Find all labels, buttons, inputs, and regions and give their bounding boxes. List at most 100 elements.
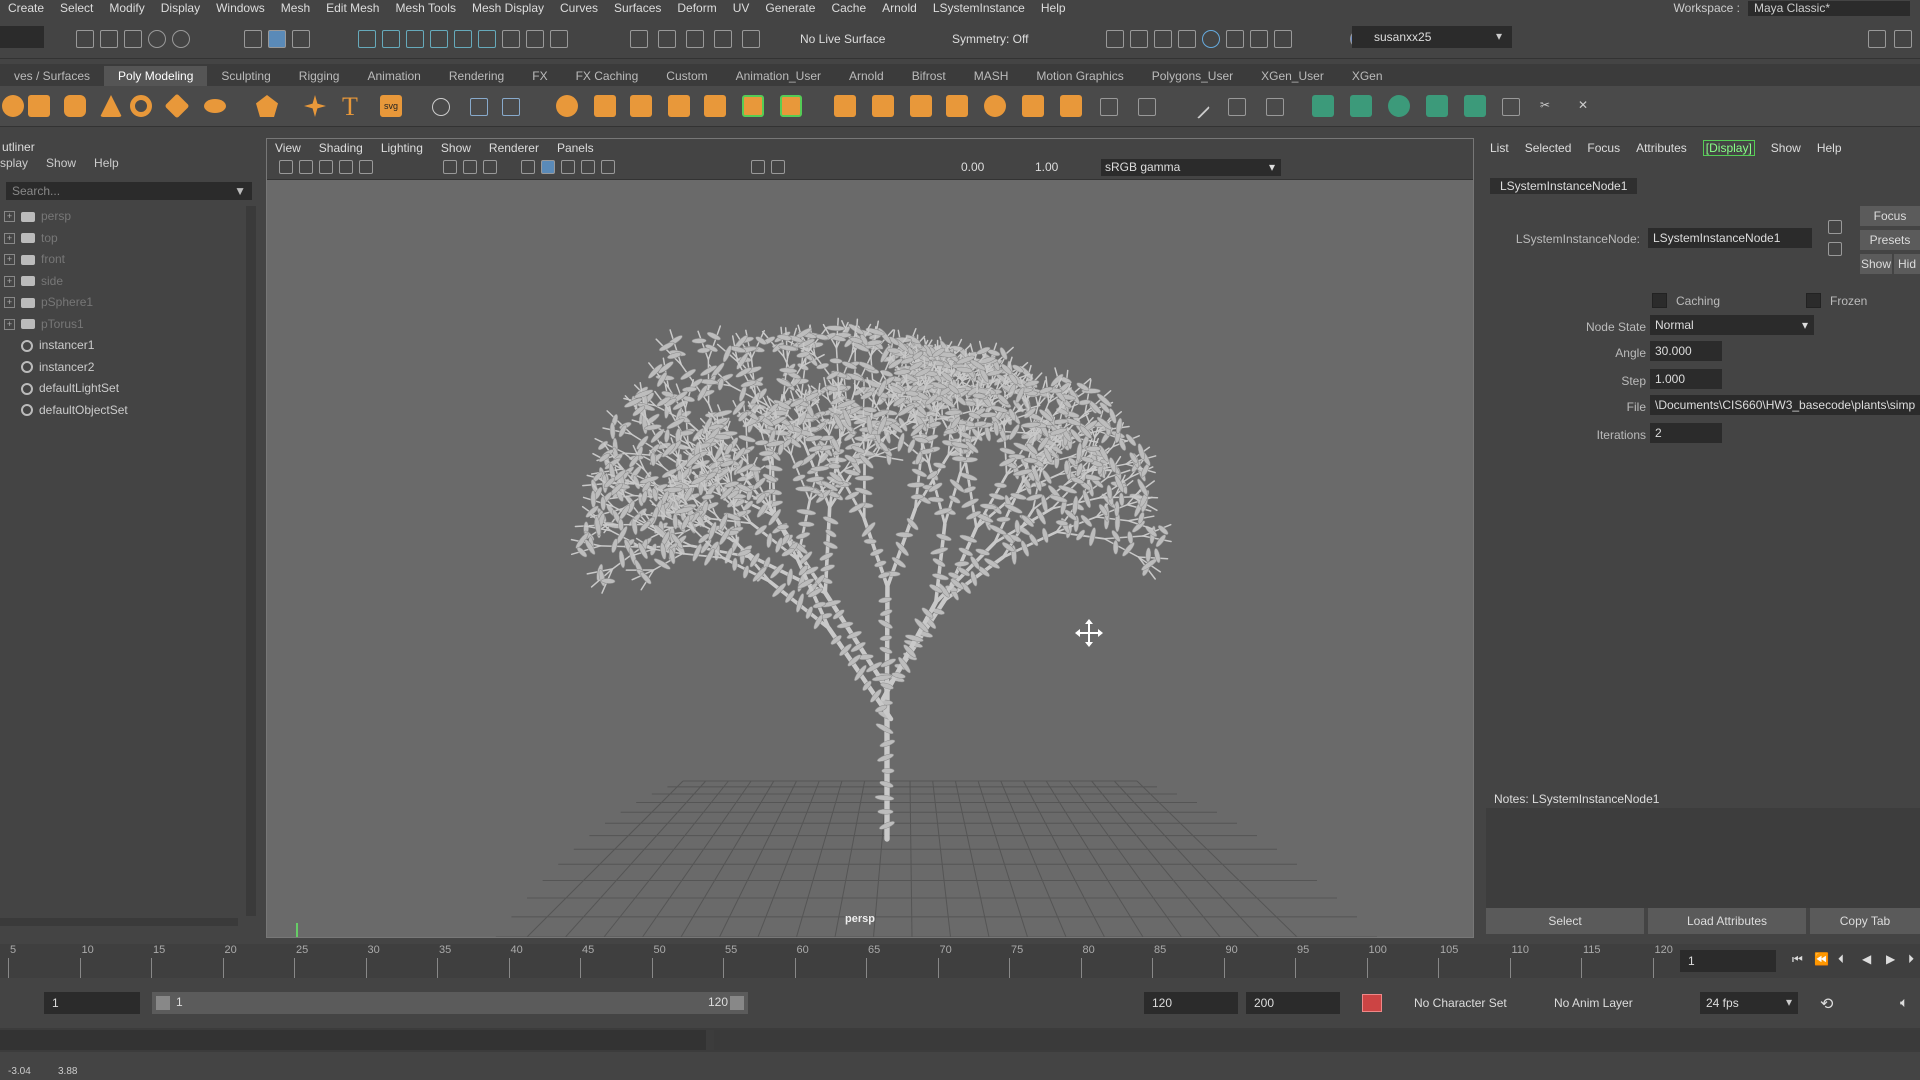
torus-icon[interactable] bbox=[130, 95, 152, 117]
presets-button[interactable]: Presets bbox=[1860, 230, 1920, 250]
outliner-item[interactable]: + front bbox=[0, 249, 258, 271]
max-end-time-field[interactable]: 200 bbox=[1246, 992, 1340, 1014]
gamma-field[interactable]: 1.00 bbox=[1035, 160, 1069, 175]
combine-icon[interactable] bbox=[470, 98, 488, 116]
ae-menu-help[interactable]: Help bbox=[1817, 141, 1842, 155]
frozen-checkbox[interactable] bbox=[1806, 293, 1821, 308]
cylinder-icon[interactable] bbox=[64, 95, 86, 117]
menu-generate[interactable]: Generate bbox=[757, 1, 823, 15]
triangulate-icon[interactable] bbox=[1100, 98, 1118, 116]
menu-deform[interactable]: Deform bbox=[669, 1, 724, 15]
isolate-icon[interactable] bbox=[550, 30, 568, 48]
wireframe-icon[interactable] bbox=[521, 160, 535, 174]
shelf-tab-bifrost[interactable]: Bifrost bbox=[898, 66, 960, 86]
merge-icon[interactable] bbox=[910, 95, 932, 117]
outliner-menu-display[interactable]: splay bbox=[0, 156, 28, 174]
menu-cache[interactable]: Cache bbox=[823, 1, 874, 15]
cone-icon[interactable] bbox=[100, 95, 122, 117]
time-slider[interactable]: 1 ⏮ ⏪ ⏴ ◀ ▶ ⏵ 5 10 15 20 25 30 35 40 45 50 55 60 65 7… bbox=[0, 944, 1920, 978]
2d-pan-zoom-icon[interactable] bbox=[359, 160, 373, 174]
workspace-selector[interactable]: Workspace : Maya Classic* bbox=[1674, 0, 1910, 16]
menu-surfaces[interactable]: Surfaces bbox=[606, 1, 669, 15]
cylindrical-map-icon[interactable] bbox=[1388, 95, 1410, 117]
shelf-tab-fx-caching[interactable]: FX Caching bbox=[562, 66, 653, 86]
viewport-menu-view[interactable]: View bbox=[275, 141, 301, 155]
snap-projected-icon[interactable] bbox=[430, 30, 448, 48]
node-tab[interactable]: LSystemInstanceNode1 bbox=[1490, 178, 1638, 194]
range-end-handle[interactable] bbox=[730, 996, 744, 1010]
outliner-item[interactable]: + side bbox=[0, 271, 258, 293]
viewport-menu-panels[interactable]: Panels bbox=[557, 141, 594, 155]
menu-mesh-tools[interactable]: Mesh Tools bbox=[387, 1, 463, 15]
workspace-value[interactable]: Maya Classic* bbox=[1748, 0, 1910, 16]
caching-checkbox[interactable] bbox=[1652, 293, 1667, 308]
plane-icon[interactable] bbox=[164, 93, 190, 119]
wedge-icon[interactable] bbox=[1022, 95, 1044, 117]
render-view-icon[interactable] bbox=[1106, 30, 1124, 48]
menu-create[interactable]: Create bbox=[0, 1, 52, 15]
viewport-menu-renderer[interactable]: Renderer bbox=[489, 141, 539, 155]
uv-editor-icon[interactable] bbox=[1312, 95, 1334, 117]
layout-uv-icon[interactable] bbox=[1502, 98, 1520, 116]
target-weld-icon[interactable] bbox=[1266, 98, 1284, 116]
range-start-handle[interactable] bbox=[156, 996, 170, 1010]
select-hierarchy-icon[interactable] bbox=[244, 30, 262, 48]
camera-select-icon[interactable] bbox=[279, 160, 293, 174]
sidebar-toggle-icon[interactable] bbox=[1868, 30, 1886, 48]
node-name-field[interactable]: LSystemInstanceNode1 bbox=[1648, 228, 1812, 248]
step-back-key-icon[interactable]: ⏪ bbox=[1814, 952, 1829, 966]
menu-mesh-display[interactable]: Mesh Display bbox=[464, 1, 552, 15]
new-scene-icon[interactable] bbox=[76, 30, 94, 48]
outliner-scrollbar[interactable] bbox=[246, 206, 256, 916]
outliner-item[interactable]: instancer2 bbox=[0, 357, 258, 379]
menu-mesh[interactable]: Mesh bbox=[273, 1, 318, 15]
redo-icon[interactable] bbox=[172, 30, 190, 48]
expand-icon[interactable]: + bbox=[4, 232, 15, 244]
ae-menu-display[interactable]: [Display] bbox=[1702, 140, 1755, 156]
user-dropdown[interactable]: susanxx25 ▾ bbox=[1352, 26, 1512, 48]
outliner-item[interactable]: + persp bbox=[0, 206, 258, 228]
select-component-icon[interactable] bbox=[292, 30, 310, 48]
play-back-icon[interactable]: ◀ bbox=[1862, 952, 1871, 966]
shelf-tab-sculpting[interactable]: Sculpting bbox=[207, 66, 284, 86]
shelf-tab-fx[interactable]: FX bbox=[518, 66, 561, 86]
planar-map-icon[interactable] bbox=[1350, 95, 1372, 117]
notes-textarea[interactable] bbox=[1486, 808, 1920, 908]
boolean-union-icon[interactable] bbox=[594, 95, 616, 117]
sew-uv-icon[interactable]: ✕ bbox=[1578, 98, 1594, 114]
separate-icon[interactable] bbox=[502, 98, 520, 116]
snap-curve-icon[interactable] bbox=[382, 30, 400, 48]
symmetry-dropdown[interactable]: Symmetry: Off bbox=[952, 32, 1028, 46]
auto-key-icon[interactable] bbox=[1362, 994, 1382, 1012]
sculpt-icon[interactable] bbox=[432, 98, 450, 116]
presets-node-icon[interactable] bbox=[1828, 242, 1842, 256]
step-back-frame-icon[interactable]: ⏴ bbox=[1838, 952, 1844, 967]
menu-help[interactable]: Help bbox=[1033, 1, 1074, 15]
shelf-tab-custom[interactable]: Custom bbox=[652, 66, 721, 86]
snap-grid-icon[interactable] bbox=[358, 30, 376, 48]
viewport-scene[interactable] bbox=[267, 179, 1473, 937]
shadows-icon[interactable] bbox=[601, 160, 615, 174]
outliner-item[interactable]: + pTorus1 bbox=[0, 314, 258, 336]
construction-history-icon[interactable] bbox=[714, 30, 732, 48]
shelf-tab-poly-modeling[interactable]: Poly Modeling bbox=[104, 66, 208, 86]
exposure-field[interactable]: 0.00 bbox=[961, 160, 995, 175]
bevel-icon[interactable] bbox=[780, 95, 802, 117]
quadrangulate-icon[interactable] bbox=[1138, 98, 1156, 116]
text-icon[interactable]: T bbox=[342, 92, 358, 122]
expand-icon[interactable]: + bbox=[4, 318, 15, 330]
viewport-menu-show[interactable]: Show bbox=[441, 141, 471, 155]
copy-tab-button[interactable]: Copy Tab bbox=[1810, 908, 1920, 934]
anim-layer-dropdown[interactable]: No Anim Layer bbox=[1554, 996, 1633, 1010]
menu-windows[interactable]: Windows bbox=[208, 1, 273, 15]
shelf-tab-arnold[interactable]: Arnold bbox=[835, 66, 898, 86]
mirror-icon[interactable] bbox=[704, 95, 726, 117]
textured-icon[interactable] bbox=[561, 160, 575, 174]
outliner-item[interactable]: instancer1 bbox=[0, 335, 258, 357]
shelf-tab-animation-user[interactable]: Animation_User bbox=[722, 66, 835, 86]
snap-view-plane-icon[interactable] bbox=[454, 30, 472, 48]
menu-uv[interactable]: UV bbox=[725, 1, 758, 15]
arnold-render-icon[interactable] bbox=[1274, 30, 1292, 48]
ae-menu-attributes[interactable]: Attributes bbox=[1636, 141, 1687, 155]
input-icon[interactable] bbox=[658, 30, 676, 48]
